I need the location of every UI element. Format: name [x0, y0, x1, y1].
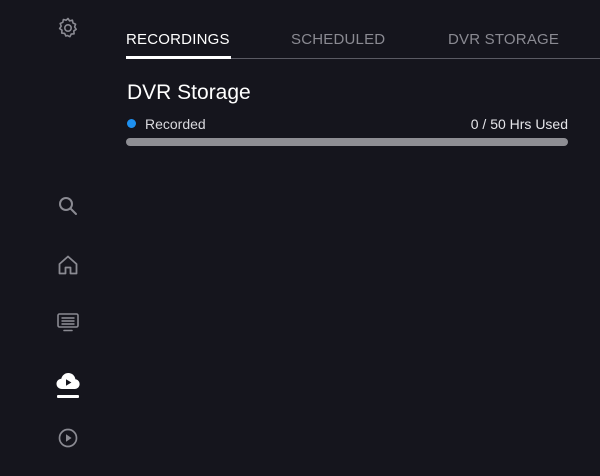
page-title: DVR Storage [127, 81, 251, 104]
play-circle-icon[interactable] [54, 424, 82, 452]
tab-active-indicator [126, 56, 231, 59]
recorded-legend-dot [127, 119, 136, 128]
tab-recordings[interactable]: RECORDINGS [126, 31, 230, 48]
tab-dvr-storage[interactable]: DVR STORAGE [448, 31, 559, 48]
home-icon[interactable] [54, 251, 82, 279]
dvr-app: RECORDINGS SCHEDULED DVR STORAGE DVR Sto… [0, 0, 600, 476]
storage-progress-bar [126, 138, 568, 146]
gear-icon[interactable] [54, 14, 82, 42]
search-icon[interactable] [54, 192, 82, 220]
recorded-legend-label: Recorded [145, 116, 206, 132]
guide-icon[interactable] [54, 308, 82, 336]
active-nav-indicator [57, 395, 79, 398]
storage-usage-text: 0 / 50 Hrs Used [470, 116, 568, 132]
tab-scheduled[interactable]: SCHEDULED [291, 31, 385, 48]
sidebar [0, 0, 110, 476]
tab-bar [126, 0, 600, 60]
cloud-dvr-icon[interactable] [54, 367, 82, 395]
